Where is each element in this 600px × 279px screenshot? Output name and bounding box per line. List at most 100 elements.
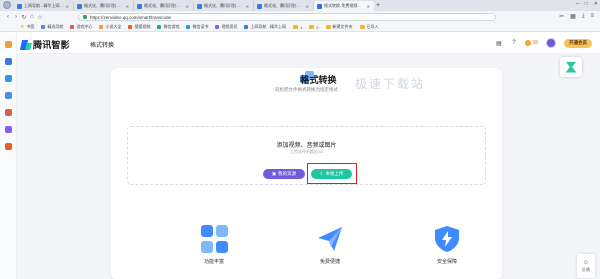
bookmark-item[interactable]: 精选导航: [41, 24, 63, 30]
bookmark-folder[interactable]: 2: [309, 25, 319, 30]
scissors-icon[interactable]: ✂: [559, 13, 564, 20]
folder-icon: ▣: [271, 171, 277, 176]
bookmark-item[interactable]: ★ 书签: [20, 24, 34, 30]
browser-tab[interactable]: 格式化、腾讯识别视频格式工具 ✕: [134, 1, 194, 11]
bookmark-item[interactable]: 小说大全: [99, 24, 121, 30]
feedback-button[interactable]: ☺ 反馈: [577, 254, 595, 278]
tab-favicon-icon: [17, 3, 22, 9]
site-icon: [186, 25, 191, 29]
tab-list: 上网导航 - 精华上网 从这里开始 ✕ 格式化、腾讯识别视频格式工具 ✕ 格式化…: [14, 1, 382, 11]
site-icon: [215, 25, 220, 29]
coin-balance[interactable]: 38: [525, 40, 538, 46]
floating-app-widget[interactable]: [560, 57, 582, 77]
site-icon: [157, 25, 162, 29]
shield-icon: [435, 226, 459, 252]
sidebar-app-icon[interactable]: [5, 75, 12, 82]
tab-favicon-icon: [257, 3, 262, 9]
watermark: 极速下载站: [355, 77, 426, 91]
sidebar-app-icon[interactable]: [5, 143, 12, 150]
site-icon: [99, 25, 104, 29]
site-logo[interactable]: 腾讯智影: [19, 38, 70, 51]
minimize-icon[interactable]: –: [576, 1, 579, 7]
clipboard-icon[interactable]: ▤: [495, 40, 502, 47]
close-tab-icon[interactable]: ✕: [306, 4, 309, 9]
bookmarks-bar: ★ 书签 精选导航 游戏中心 小说大全 搜狐视频 微信游戏 微信读书 视频资讯 上…: [0, 23, 600, 32]
browser-tab[interactable]: 格式化、腾讯识别视频格式工具 ✕: [74, 1, 134, 11]
bookmark-item[interactable]: 微信游戏: [157, 24, 179, 30]
bookmark-item[interactable]: 游戏中心: [70, 24, 92, 30]
user-avatar[interactable]: [546, 38, 556, 48]
folder-icon: [325, 25, 331, 29]
upload-title: 添加视频、音频或图片: [276, 143, 337, 149]
bookmark-folder[interactable]: 新建文件夹: [325, 24, 353, 30]
browser-tab-active[interactable]: 格式转换-免费视频格式转换工具 ✕: [314, 1, 374, 11]
nav-title[interactable]: 格式转换: [90, 40, 114, 49]
home-icon[interactable]: ⌂: [28, 13, 36, 21]
bookmark-item[interactable]: 微信读书: [186, 24, 208, 30]
site-icon: [70, 25, 75, 29]
site-icon: [244, 25, 249, 29]
lock-icon: [83, 15, 87, 19]
close-tab-icon[interactable]: ✕: [126, 4, 129, 9]
app-logo-icon: [565, 61, 577, 73]
upload-dropzone[interactable]: 添加视频、音频或图片 上传文件不超过1G ▣ 我的资源 ⇪ 本地上传: [127, 126, 486, 185]
folder-icon: [293, 25, 299, 29]
site-icon: [41, 25, 46, 29]
help-icon[interactable]: ?: [510, 40, 517, 47]
star-icon[interactable]: ☆: [36, 13, 44, 21]
address-bar-row: ‹ › ↻ ⌂ ☆ https://zenvideo.qq.com/smart/…: [0, 11, 600, 23]
star-icon: ★: [20, 24, 25, 30]
my-resources-button[interactable]: ▣ 我的资源: [263, 169, 305, 179]
tab-favicon-icon: [77, 3, 82, 9]
menu-icon[interactable]: ≡: [590, 13, 594, 20]
browser-sidebar: [0, 33, 17, 279]
download-icon[interactable]: ⤓: [582, 13, 585, 20]
bookmark-item[interactable]: 视频资讯: [215, 24, 237, 30]
browser-tab[interactable]: 上网导航 - 精华上网 从这里开始 ✕: [14, 1, 74, 11]
feature-secure: 安全保障: [417, 225, 477, 265]
bookmark-item[interactable]: 搜狐视频: [128, 24, 150, 30]
url-input[interactable]: https://zenvideo.qq.com/smart/transcode: [78, 13, 496, 21]
maximize-icon[interactable]: □: [585, 1, 588, 7]
profile-avatar[interactable]: [3, 1, 11, 9]
close-window-icon[interactable]: ✕: [594, 1, 598, 7]
close-tab-icon[interactable]: ✕: [66, 4, 69, 9]
tab-favicon-icon: [137, 3, 142, 9]
back-icon[interactable]: ‹: [4, 13, 12, 21]
close-tab-icon[interactable]: ✕: [246, 4, 249, 9]
site-header: 腾讯智影 格式转换 ▤ ? 38 开通会员: [17, 33, 600, 54]
close-tab-icon[interactable]: ✕: [367, 4, 370, 9]
browser-tab[interactable]: 格式化、腾讯识别视频格式工具 ✕: [254, 1, 314, 11]
page-subtitle: 轻松把文件格式转换为指定格式: [275, 87, 338, 92]
sidebar-app-icon[interactable]: [5, 126, 12, 133]
new-tab-button[interactable]: +: [374, 1, 382, 11]
sidebar-app-icon[interactable]: [5, 109, 12, 116]
browser-tools: ✂ ▦ ⤓ ≡: [559, 13, 594, 20]
bookmark-item[interactable]: 上网导航 - 精华上网: [244, 24, 286, 30]
sidebar-app-icon[interactable]: [5, 92, 12, 99]
grid-icon: [200, 225, 228, 253]
close-tab-icon[interactable]: ✕: [186, 4, 189, 9]
bookmark-folder[interactable]: 1: [293, 25, 302, 30]
site-icon: [128, 25, 133, 29]
coin-icon: [525, 40, 532, 46]
browser-tab-strip: 上网导航 - 精华上网 从这里开始 ✕ 格式化、腾讯识别视频格式工具 ✕ 格式化…: [0, 0, 600, 11]
page-title: 格式转换: [300, 75, 337, 85]
forward-icon[interactable]: ›: [12, 13, 20, 21]
sidebar-app-icon[interactable]: [5, 41, 12, 48]
header-actions: ▤ ? 38 开通会员: [495, 37, 592, 49]
tab-favicon-icon: [197, 3, 202, 9]
sidebar-app-icon[interactable]: [5, 58, 12, 65]
tab-favicon-icon: [317, 3, 322, 9]
folder-icon: [359, 25, 365, 29]
vip-button[interactable]: 开通会员: [564, 38, 592, 48]
paper-plane-icon: [318, 227, 342, 251]
window-controls: – □ ✕: [576, 1, 598, 7]
grid-icon[interactable]: ▦: [570, 13, 576, 20]
feature-free: 免费便捷: [300, 225, 360, 265]
browser-tab[interactable]: 格式化、腾讯识别视频格式工具 ✕: [194, 1, 254, 11]
refresh-icon[interactable]: ↻: [20, 13, 28, 21]
upload-hint: 上传文件不超过1G: [289, 149, 324, 154]
bookmark-folder[interactable]: 已导入: [359, 24, 379, 30]
logo-icon: [19, 39, 32, 50]
